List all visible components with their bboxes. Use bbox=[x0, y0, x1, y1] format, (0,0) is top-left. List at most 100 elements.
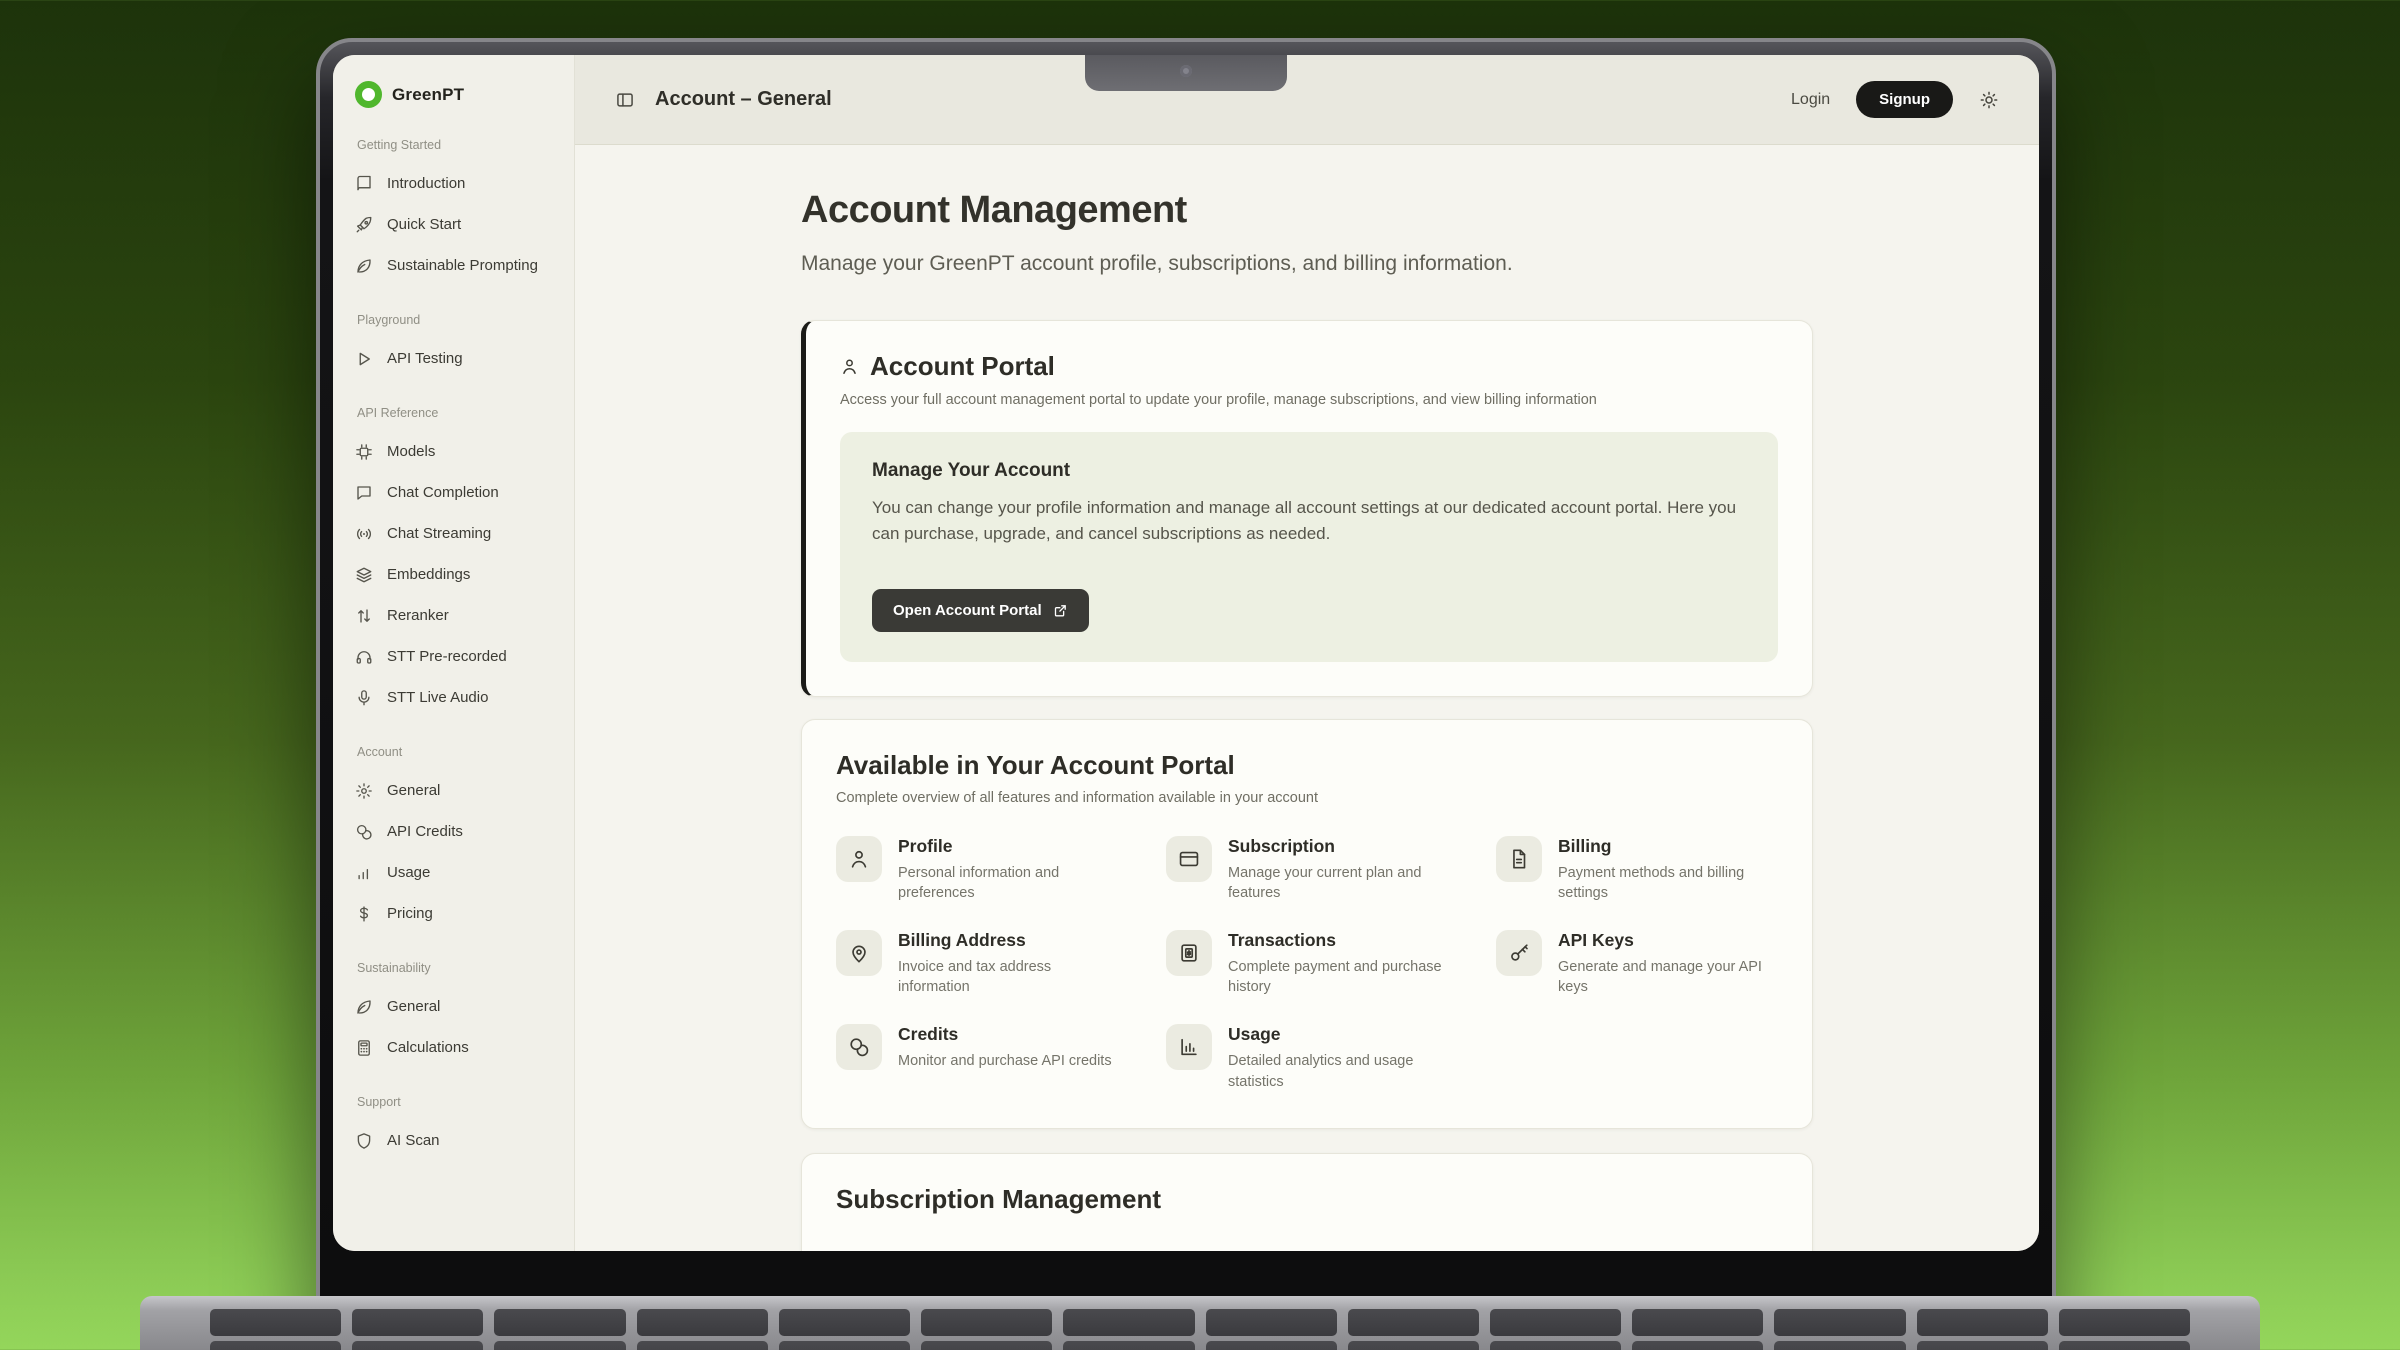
leaf-icon bbox=[355, 998, 373, 1016]
sidebar-item-label: AI Scan bbox=[387, 1132, 440, 1149]
headphones-icon bbox=[355, 648, 373, 666]
sidebar-section-playground: Playground bbox=[357, 313, 558, 327]
available-portal-card: Available in Your Account Portal Complet… bbox=[801, 719, 1813, 1129]
cpu-icon bbox=[355, 443, 373, 461]
app-window: GreenPT Getting Started Introduction Qui… bbox=[333, 55, 2039, 1251]
available-portal-title: Available in Your Account Portal bbox=[836, 750, 1778, 781]
calculator-icon bbox=[355, 1039, 373, 1057]
feature-title: Usage bbox=[1228, 1024, 1448, 1045]
feature-description: Monitor and purchase API credits bbox=[898, 1051, 1112, 1072]
laptop-frame: GreenPT Getting Started Introduction Qui… bbox=[316, 38, 2056, 1350]
feature-title: Transactions bbox=[1228, 930, 1448, 951]
feature-description: Detailed analytics and usage statistics bbox=[1228, 1051, 1448, 1092]
sidebar-item-api-credits[interactable]: API Credits bbox=[347, 811, 566, 852]
sidebar-item-api-testing[interactable]: API Testing bbox=[347, 338, 566, 379]
credit-card-icon bbox=[1166, 836, 1212, 882]
keyboard-deck bbox=[140, 1296, 2260, 1350]
keyboard-row bbox=[210, 1309, 2190, 1336]
laptop-screen: GreenPT Getting Started Introduction Qui… bbox=[333, 55, 2039, 1251]
sidebar-item-stt-live-audio[interactable]: STT Live Audio bbox=[347, 677, 566, 718]
available-portal-subtitle: Complete overview of all features and in… bbox=[836, 790, 1778, 806]
sidebar-item-label: API Testing bbox=[387, 350, 463, 367]
shield-icon bbox=[355, 1132, 373, 1150]
main-area: Account – General Login Signup Account M… bbox=[575, 55, 2039, 1251]
sidebar-item-sustainable-prompting[interactable]: Sustainable Prompting bbox=[347, 245, 566, 286]
greenpt-logo-icon bbox=[355, 81, 382, 108]
user-icon bbox=[836, 836, 882, 882]
manage-account-body: You can change your profile information … bbox=[872, 495, 1742, 548]
sidebar-item-label: Pricing bbox=[387, 905, 433, 922]
sidebar-item-quick-start[interactable]: Quick Start bbox=[347, 204, 566, 245]
gear-icon bbox=[355, 782, 373, 800]
sidebar-item-label: Chat Streaming bbox=[387, 525, 491, 542]
webcam-icon bbox=[1180, 65, 1192, 77]
keyboard-row bbox=[210, 1341, 2190, 1350]
logo[interactable]: GreenPT bbox=[355, 81, 558, 108]
sidebar-section-support: Support bbox=[357, 1095, 558, 1109]
feature-description: Complete payment and purchase history bbox=[1228, 957, 1448, 998]
feature-title: API Keys bbox=[1558, 930, 1778, 951]
signup-button[interactable]: Signup bbox=[1856, 81, 1953, 118]
sidebar-item-usage[interactable]: Usage bbox=[347, 852, 566, 893]
sidebar-item-chat-completion[interactable]: Chat Completion bbox=[347, 472, 566, 513]
camera-notch bbox=[1085, 55, 1287, 91]
sidebar-section-sustainability: Sustainability bbox=[357, 961, 558, 975]
layers-icon bbox=[355, 566, 373, 584]
coins-icon bbox=[836, 1024, 882, 1070]
account-portal-title: Account Portal bbox=[870, 351, 1055, 382]
topbar-actions: Login Signup bbox=[1791, 81, 1999, 118]
topbar-title: Account – General bbox=[655, 88, 832, 111]
sidebar-item-label: Reranker bbox=[387, 607, 449, 624]
sidebar-item-calculations[interactable]: Calculations bbox=[347, 1027, 566, 1068]
open-account-portal-button[interactable]: Open Account Portal bbox=[872, 589, 1089, 632]
feature-description: Personal information and preferences bbox=[898, 863, 1118, 904]
sidebar-item-label: Chat Completion bbox=[387, 484, 499, 501]
sidebar-item-label: General bbox=[387, 782, 440, 799]
sidebar-item-chat-streaming[interactable]: Chat Streaming bbox=[347, 513, 566, 554]
sidebar-item-ai-scan[interactable]: AI Scan bbox=[347, 1120, 566, 1161]
sidebar-item-models[interactable]: Models bbox=[347, 431, 566, 472]
sidebar-item-pricing[interactable]: Pricing bbox=[347, 893, 566, 934]
manage-account-box: Manage Your Account You can change your … bbox=[840, 432, 1778, 662]
rocket-icon bbox=[355, 216, 373, 234]
broadcast-icon bbox=[355, 525, 373, 543]
account-portal-card: Account Portal Access your full account … bbox=[801, 320, 1813, 697]
sidebar-item-label: STT Live Audio bbox=[387, 689, 488, 706]
feature-description: Manage your current plan and features bbox=[1228, 863, 1448, 904]
panel-left-icon[interactable] bbox=[615, 90, 635, 110]
sidebar-item-label: STT Pre-recorded bbox=[387, 648, 507, 665]
sidebar-item-introduction[interactable]: Introduction bbox=[347, 163, 566, 204]
sun-icon[interactable] bbox=[1979, 90, 1999, 110]
sidebar-item-reranker[interactable]: Reranker bbox=[347, 595, 566, 636]
sidebar-item-sustainability-general[interactable]: General bbox=[347, 986, 566, 1027]
topbar: Account – General Login Signup bbox=[575, 55, 2039, 145]
message-icon bbox=[355, 484, 373, 502]
bar-chart-icon bbox=[355, 864, 373, 882]
sidebar-item-label: Embeddings bbox=[387, 566, 470, 583]
sidebar-item-embeddings[interactable]: Embeddings bbox=[347, 554, 566, 595]
feature-title: Billing Address bbox=[898, 930, 1118, 951]
subscription-management-card: Subscription Management bbox=[801, 1153, 1813, 1251]
sidebar-item-label: Sustainable Prompting bbox=[387, 257, 538, 274]
sidebar-section-account: Account bbox=[357, 745, 558, 759]
microphone-icon bbox=[355, 689, 373, 707]
content-scroll-area[interactable]: Account Management Manage your GreenPT a… bbox=[575, 145, 2039, 1251]
feature-billing-address: Billing Address Invoice and tax address … bbox=[836, 930, 1118, 998]
leaf-icon bbox=[355, 257, 373, 275]
map-pin-icon bbox=[836, 930, 882, 976]
feature-credits: Credits Monitor and purchase API credits bbox=[836, 1024, 1118, 1092]
sidebar-item-account-general[interactable]: General bbox=[347, 770, 566, 811]
feature-description: Generate and manage your API keys bbox=[1558, 957, 1778, 998]
feature-title: Profile bbox=[898, 836, 1118, 857]
sidebar[interactable]: GreenPT Getting Started Introduction Qui… bbox=[333, 55, 575, 1251]
account-portal-header: Account Portal bbox=[840, 351, 1778, 382]
login-link[interactable]: Login bbox=[1791, 91, 1830, 109]
sidebar-item-stt-pre-recorded[interactable]: STT Pre-recorded bbox=[347, 636, 566, 677]
subscription-management-title: Subscription Management bbox=[836, 1184, 1778, 1215]
open-account-portal-label: Open Account Portal bbox=[893, 602, 1042, 619]
sidebar-item-label: Introduction bbox=[387, 175, 465, 192]
feature-grid: Profile Personal information and prefere… bbox=[836, 836, 1778, 1092]
feature-title: Billing bbox=[1558, 836, 1778, 857]
page-title: Account Management bbox=[801, 189, 1813, 232]
receipt-icon bbox=[1166, 930, 1212, 976]
